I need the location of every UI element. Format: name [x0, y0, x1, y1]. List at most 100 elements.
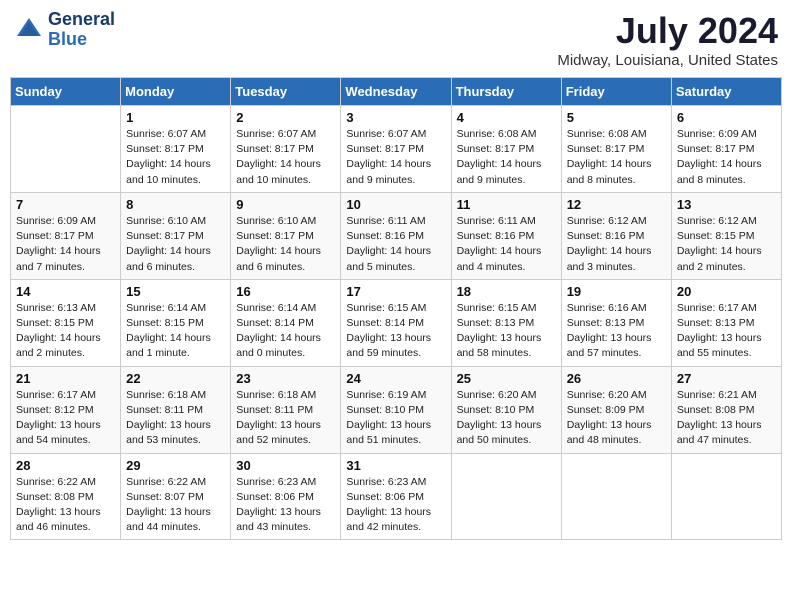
calendar-cell: 30 Sunrise: 6:23 AM Sunset: 8:06 PM Dayli…: [231, 453, 341, 540]
weekday-header-friday: Friday: [561, 78, 671, 106]
day-number: 4: [457, 110, 556, 125]
day-info: Sunrise: 6:08 AM Sunset: 8:17 PM Dayligh…: [567, 127, 666, 188]
calendar-cell: [11, 106, 121, 193]
calendar-cell: 12Sunrise: 6:12 AM Sunset: 8:16 PM Dayli…: [561, 192, 671, 279]
calendar-cell: 5 Sunrise: 6:08 AM Sunset: 8:17 PM Daylig…: [561, 106, 671, 193]
logo-line1: General: [48, 10, 115, 30]
calendar-cell: 27Sunrise: 6:21 AM Sunset: 8:08 PM Dayli…: [671, 366, 781, 453]
calendar-cell: 26 Sunrise: 6:20 AM Sunset: 8:09 PM Dayli…: [561, 366, 671, 453]
day-info: Sunrise: 6:14 AM Sunset: 8:14 PM Dayligh…: [236, 301, 335, 362]
day-number: 18: [457, 284, 556, 299]
day-info: Sunrise: 6:19 AM Sunset: 8:10 PM Dayligh…: [346, 388, 445, 449]
calendar-cell: 19 Sunrise: 6:16 AM Sunset: 8:13 PM Dayli…: [561, 279, 671, 366]
day-number: 26: [567, 371, 666, 386]
day-number: 12: [567, 197, 666, 212]
day-number: 25: [457, 371, 556, 386]
day-number: 20: [677, 284, 776, 299]
day-info: Sunrise: 6:11 AM Sunset: 8:16 PM Dayligh…: [457, 214, 556, 275]
calendar-cell: 16 Sunrise: 6:14 AM Sunset: 8:14 PM Dayli…: [231, 279, 341, 366]
day-info: Sunrise: 6:22 AM Sunset: 8:07 PM Dayligh…: [126, 475, 225, 536]
day-number: 10: [346, 197, 445, 212]
calendar-cell: 13 Sunrise: 6:12 AM Sunset: 8:15 PM Dayli…: [671, 192, 781, 279]
calendar-cell: [671, 453, 781, 540]
day-info: Sunrise: 6:22 AM Sunset: 8:08 PM Dayligh…: [16, 475, 115, 536]
day-info: Sunrise: 6:09 AM Sunset: 8:17 PM Dayligh…: [677, 127, 776, 188]
calendar-cell: 24 Sunrise: 6:19 AM Sunset: 8:10 PM Dayli…: [341, 366, 451, 453]
day-number: 5: [567, 110, 666, 125]
day-info: Sunrise: 6:07 AM Sunset: 8:17 PM Dayligh…: [346, 127, 445, 188]
calendar-cell: 21Sunrise: 6:17 AM Sunset: 8:12 PM Dayli…: [11, 366, 121, 453]
calendar-week-row: 1 Sunrise: 6:07 AM Sunset: 8:17 PM Daylig…: [11, 106, 782, 193]
day-number: 6: [677, 110, 776, 125]
location-title: Midway, Louisiana, United States: [557, 52, 778, 69]
day-info: Sunrise: 6:08 AM Sunset: 8:17 PM Dayligh…: [457, 127, 556, 188]
header: General Blue July 2024 Midway, Louisiana…: [10, 10, 782, 69]
day-number: 22: [126, 371, 225, 386]
calendar-cell: 3 Sunrise: 6:07 AM Sunset: 8:17 PM Daylig…: [341, 106, 451, 193]
calendar-cell: [451, 453, 561, 540]
day-number: 19: [567, 284, 666, 299]
day-info: Sunrise: 6:11 AM Sunset: 8:16 PM Dayligh…: [346, 214, 445, 275]
calendar-table: SundayMondayTuesdayWednesdayThursdayFrid…: [10, 77, 782, 540]
day-info: Sunrise: 6:07 AM Sunset: 8:17 PM Dayligh…: [236, 127, 335, 188]
day-number: 30: [236, 458, 335, 473]
day-info: Sunrise: 6:09 AM Sunset: 8:17 PM Dayligh…: [16, 214, 115, 275]
weekday-header-saturday: Saturday: [671, 78, 781, 106]
day-info: Sunrise: 6:07 AM Sunset: 8:17 PM Dayligh…: [126, 127, 225, 188]
weekday-header-sunday: Sunday: [11, 78, 121, 106]
day-info: Sunrise: 6:15 AM Sunset: 8:14 PM Dayligh…: [346, 301, 445, 362]
day-info: Sunrise: 6:23 AM Sunset: 8:06 PM Dayligh…: [236, 475, 335, 536]
weekday-header-monday: Monday: [121, 78, 231, 106]
day-number: 8: [126, 197, 225, 212]
day-info: Sunrise: 6:23 AM Sunset: 8:06 PM Dayligh…: [346, 475, 445, 536]
day-number: 13: [677, 197, 776, 212]
day-info: Sunrise: 6:20 AM Sunset: 8:09 PM Dayligh…: [567, 388, 666, 449]
calendar-cell: 11 Sunrise: 6:11 AM Sunset: 8:16 PM Dayli…: [451, 192, 561, 279]
calendar-cell: 29 Sunrise: 6:22 AM Sunset: 8:07 PM Dayli…: [121, 453, 231, 540]
logo: General Blue: [14, 10, 115, 50]
calendar-cell: 17Sunrise: 6:15 AM Sunset: 8:14 PM Dayli…: [341, 279, 451, 366]
day-info: Sunrise: 6:10 AM Sunset: 8:17 PM Dayligh…: [236, 214, 335, 275]
calendar-cell: 2 Sunrise: 6:07 AM Sunset: 8:17 PM Daylig…: [231, 106, 341, 193]
day-info: Sunrise: 6:10 AM Sunset: 8:17 PM Dayligh…: [126, 214, 225, 275]
logo-text: General Blue: [48, 10, 115, 50]
day-info: Sunrise: 6:16 AM Sunset: 8:13 PM Dayligh…: [567, 301, 666, 362]
calendar-cell: 28Sunrise: 6:22 AM Sunset: 8:08 PM Dayli…: [11, 453, 121, 540]
calendar-week-row: 14 Sunrise: 6:13 AM Sunset: 8:15 PM Dayli…: [11, 279, 782, 366]
day-number: 23: [236, 371, 335, 386]
day-info: Sunrise: 6:12 AM Sunset: 8:15 PM Dayligh…: [677, 214, 776, 275]
day-info: Sunrise: 6:18 AM Sunset: 8:11 PM Dayligh…: [126, 388, 225, 449]
calendar-cell: 31 Sunrise: 6:23 AM Sunset: 8:06 PM Dayli…: [341, 453, 451, 540]
day-info: Sunrise: 6:17 AM Sunset: 8:13 PM Dayligh…: [677, 301, 776, 362]
day-number: 29: [126, 458, 225, 473]
month-title: July 2024: [557, 10, 778, 52]
logo-icon: [14, 15, 44, 45]
day-number: 2: [236, 110, 335, 125]
calendar-cell: 15Sunrise: 6:14 AM Sunset: 8:15 PM Dayli…: [121, 279, 231, 366]
logo-line2: Blue: [48, 30, 115, 50]
calendar-cell: 25 Sunrise: 6:20 AM Sunset: 8:10 PM Dayli…: [451, 366, 561, 453]
day-info: Sunrise: 6:14 AM Sunset: 8:15 PM Dayligh…: [126, 301, 225, 362]
day-number: 16: [236, 284, 335, 299]
calendar-week-row: 7 Sunrise: 6:09 AM Sunset: 8:17 PM Daylig…: [11, 192, 782, 279]
day-number: 31: [346, 458, 445, 473]
calendar-week-row: 21Sunrise: 6:17 AM Sunset: 8:12 PM Dayli…: [11, 366, 782, 453]
day-number: 1: [126, 110, 225, 125]
weekday-header-thursday: Thursday: [451, 78, 561, 106]
calendar-week-row: 28Sunrise: 6:22 AM Sunset: 8:08 PM Dayli…: [11, 453, 782, 540]
weekday-header-wednesday: Wednesday: [341, 78, 451, 106]
weekday-header-tuesday: Tuesday: [231, 78, 341, 106]
calendar-cell: [561, 453, 671, 540]
day-number: 24: [346, 371, 445, 386]
calendar-cell: 18Sunrise: 6:15 AM Sunset: 8:13 PM Dayli…: [451, 279, 561, 366]
day-number: 11: [457, 197, 556, 212]
day-info: Sunrise: 6:20 AM Sunset: 8:10 PM Dayligh…: [457, 388, 556, 449]
day-number: 7: [16, 197, 115, 212]
calendar-cell: 23Sunrise: 6:18 AM Sunset: 8:11 PM Dayli…: [231, 366, 341, 453]
calendar-cell: 10 Sunrise: 6:11 AM Sunset: 8:16 PM Dayli…: [341, 192, 451, 279]
calendar-cell: 4 Sunrise: 6:08 AM Sunset: 8:17 PM Daylig…: [451, 106, 561, 193]
calendar-cell: 9Sunrise: 6:10 AM Sunset: 8:17 PM Daylig…: [231, 192, 341, 279]
day-info: Sunrise: 6:13 AM Sunset: 8:15 PM Dayligh…: [16, 301, 115, 362]
day-number: 3: [346, 110, 445, 125]
day-number: 14: [16, 284, 115, 299]
